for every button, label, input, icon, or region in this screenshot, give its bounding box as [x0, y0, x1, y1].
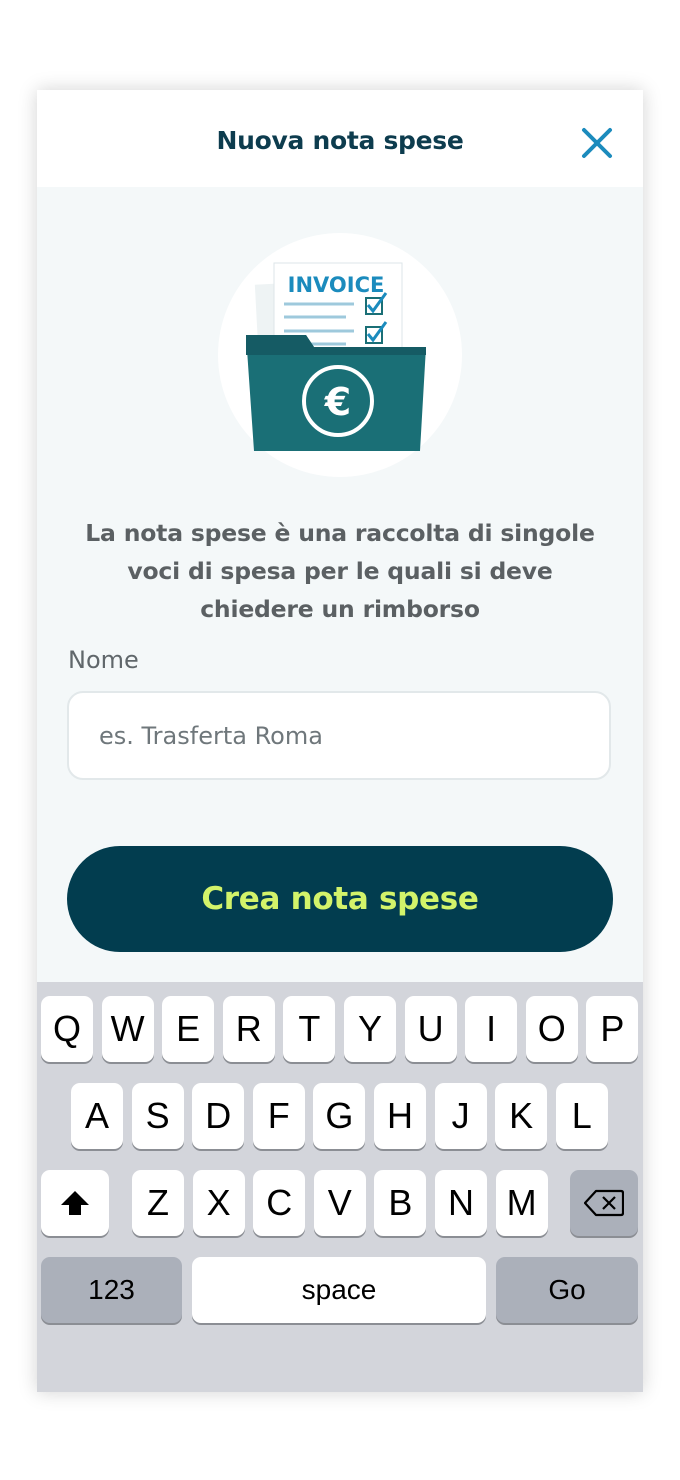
numbers-key[interactable]: 123	[41, 1257, 182, 1323]
modal-screen: Nuova nota spese INVOICE € La nota spese…	[37, 90, 643, 1392]
invoice-folder-illustration: INVOICE €	[218, 233, 462, 477]
key-o[interactable]: O	[525, 996, 578, 1062]
key-l[interactable]: L	[555, 1083, 608, 1149]
key-r[interactable]: R	[222, 996, 275, 1062]
space-key[interactable]: space	[192, 1257, 486, 1323]
key-h[interactable]: H	[374, 1083, 426, 1149]
key-f[interactable]: F	[252, 1083, 305, 1149]
key-g[interactable]: G	[313, 1083, 366, 1149]
backspace-icon	[584, 1189, 624, 1217]
name-input[interactable]	[67, 691, 611, 780]
euro-icon: €	[324, 380, 351, 424]
key-z[interactable]: Z	[132, 1170, 184, 1236]
key-k[interactable]: K	[495, 1083, 548, 1149]
key-b[interactable]: B	[374, 1170, 427, 1236]
key-a[interactable]: A	[71, 1083, 123, 1149]
create-expense-report-button[interactable]: Crea nota spese	[67, 846, 613, 952]
close-button[interactable]	[580, 126, 614, 160]
description-text: La nota spese è una raccolta di singole …	[85, 519, 595, 623]
key-v[interactable]: V	[313, 1170, 366, 1236]
backspace-key[interactable]	[570, 1170, 638, 1236]
go-key[interactable]: Go	[496, 1257, 638, 1323]
key-y[interactable]: Y	[344, 996, 396, 1062]
modal-header: Nuova nota spese	[37, 90, 643, 187]
key-q[interactable]: Q	[41, 996, 93, 1062]
key-w[interactable]: W	[101, 996, 154, 1062]
key-e[interactable]: E	[162, 996, 215, 1062]
key-d[interactable]: D	[192, 1083, 245, 1149]
shift-key[interactable]	[41, 1170, 109, 1236]
on-screen-keyboard: Q W E R T Y U I O P A S D F G H J K L Z X C V B N M 123 space Go	[37, 982, 643, 1392]
shift-icon	[61, 1191, 89, 1215]
key-t[interactable]: T	[283, 996, 336, 1062]
key-x[interactable]: X	[192, 1170, 245, 1236]
close-icon	[582, 128, 612, 158]
page-title: Nuova nota spese	[216, 126, 464, 155]
key-c[interactable]: C	[253, 1170, 306, 1236]
invoice-doc-title: INVOICE	[288, 273, 385, 297]
key-m[interactable]: M	[495, 1170, 548, 1236]
key-n[interactable]: N	[435, 1170, 487, 1236]
key-j[interactable]: J	[434, 1083, 487, 1149]
key-i[interactable]: I	[465, 996, 518, 1062]
key-s[interactable]: S	[131, 1083, 184, 1149]
key-u[interactable]: U	[404, 996, 457, 1062]
name-field-label: Nome	[68, 646, 139, 674]
key-p[interactable]: P	[586, 996, 639, 1062]
